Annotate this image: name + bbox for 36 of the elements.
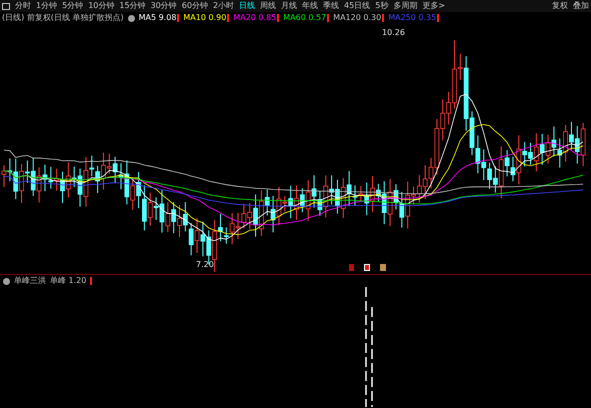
toolbar-button[interactable]: 复权 — [552, 1, 568, 11]
period-tab[interactable]: 多周期 — [393, 1, 418, 11]
indicator-value: MA5 9.08 — [138, 13, 176, 23]
period-tab[interactable]: 1分钟 — [36, 1, 58, 11]
indicator-value: MA120 0.30 — [333, 13, 382, 23]
indicator-value: MA60 0.57 — [283, 13, 326, 23]
period-tab[interactable]: 周线 — [260, 1, 276, 11]
indicator-value: MA20 0.85 — [233, 13, 276, 23]
period-tab[interactable]: 日线 — [239, 1, 256, 11]
period-tab[interactable]: 10分钟 — [88, 1, 114, 11]
indicator-value: 单峰 1.20 — [50, 276, 86, 286]
high-price-label: 10.26 — [382, 28, 405, 38]
signal-icon — [380, 264, 386, 271]
period-tab[interactable]: 5秒 — [375, 1, 388, 11]
signal-icon — [349, 264, 354, 271]
period-tab[interactable]: 45日线 — [344, 1, 370, 11]
chart-title: (日线) 前复权(日线 单独扩散拐点) — [2, 13, 124, 23]
period-tab[interactable]: 分时 — [15, 1, 31, 11]
toolbar-button[interactable]: 叠加 — [573, 1, 589, 11]
period-tab[interactable]: 2小时 — [212, 1, 234, 11]
period-tab[interactable]: 60分钟 — [182, 1, 208, 11]
period-tab[interactable]: 15分钟 — [119, 1, 146, 11]
period-tab[interactable]: 月线 — [281, 1, 298, 11]
period-tab[interactable]: 5分钟 — [62, 1, 84, 11]
settings-icon[interactable] — [128, 14, 135, 22]
period-tab[interactable]: 更多> — [422, 1, 446, 11]
signal-icon — [364, 264, 370, 271]
period-tab[interactable]: 30分钟 — [150, 1, 177, 11]
settings-icon[interactable] — [3, 278, 10, 284]
indicator-value: MA10 0.90 — [183, 13, 226, 23]
grid-icon[interactable] — [2, 2, 10, 10]
indicator-value: MA250 0.35 — [388, 13, 436, 23]
period-tab[interactable]: 季线 — [323, 1, 340, 11]
low-price-label: 7.20 — [196, 260, 214, 270]
period-tab[interactable]: 年线 — [302, 1, 318, 11]
indicator-title: 单峰三洪 — [14, 276, 46, 286]
